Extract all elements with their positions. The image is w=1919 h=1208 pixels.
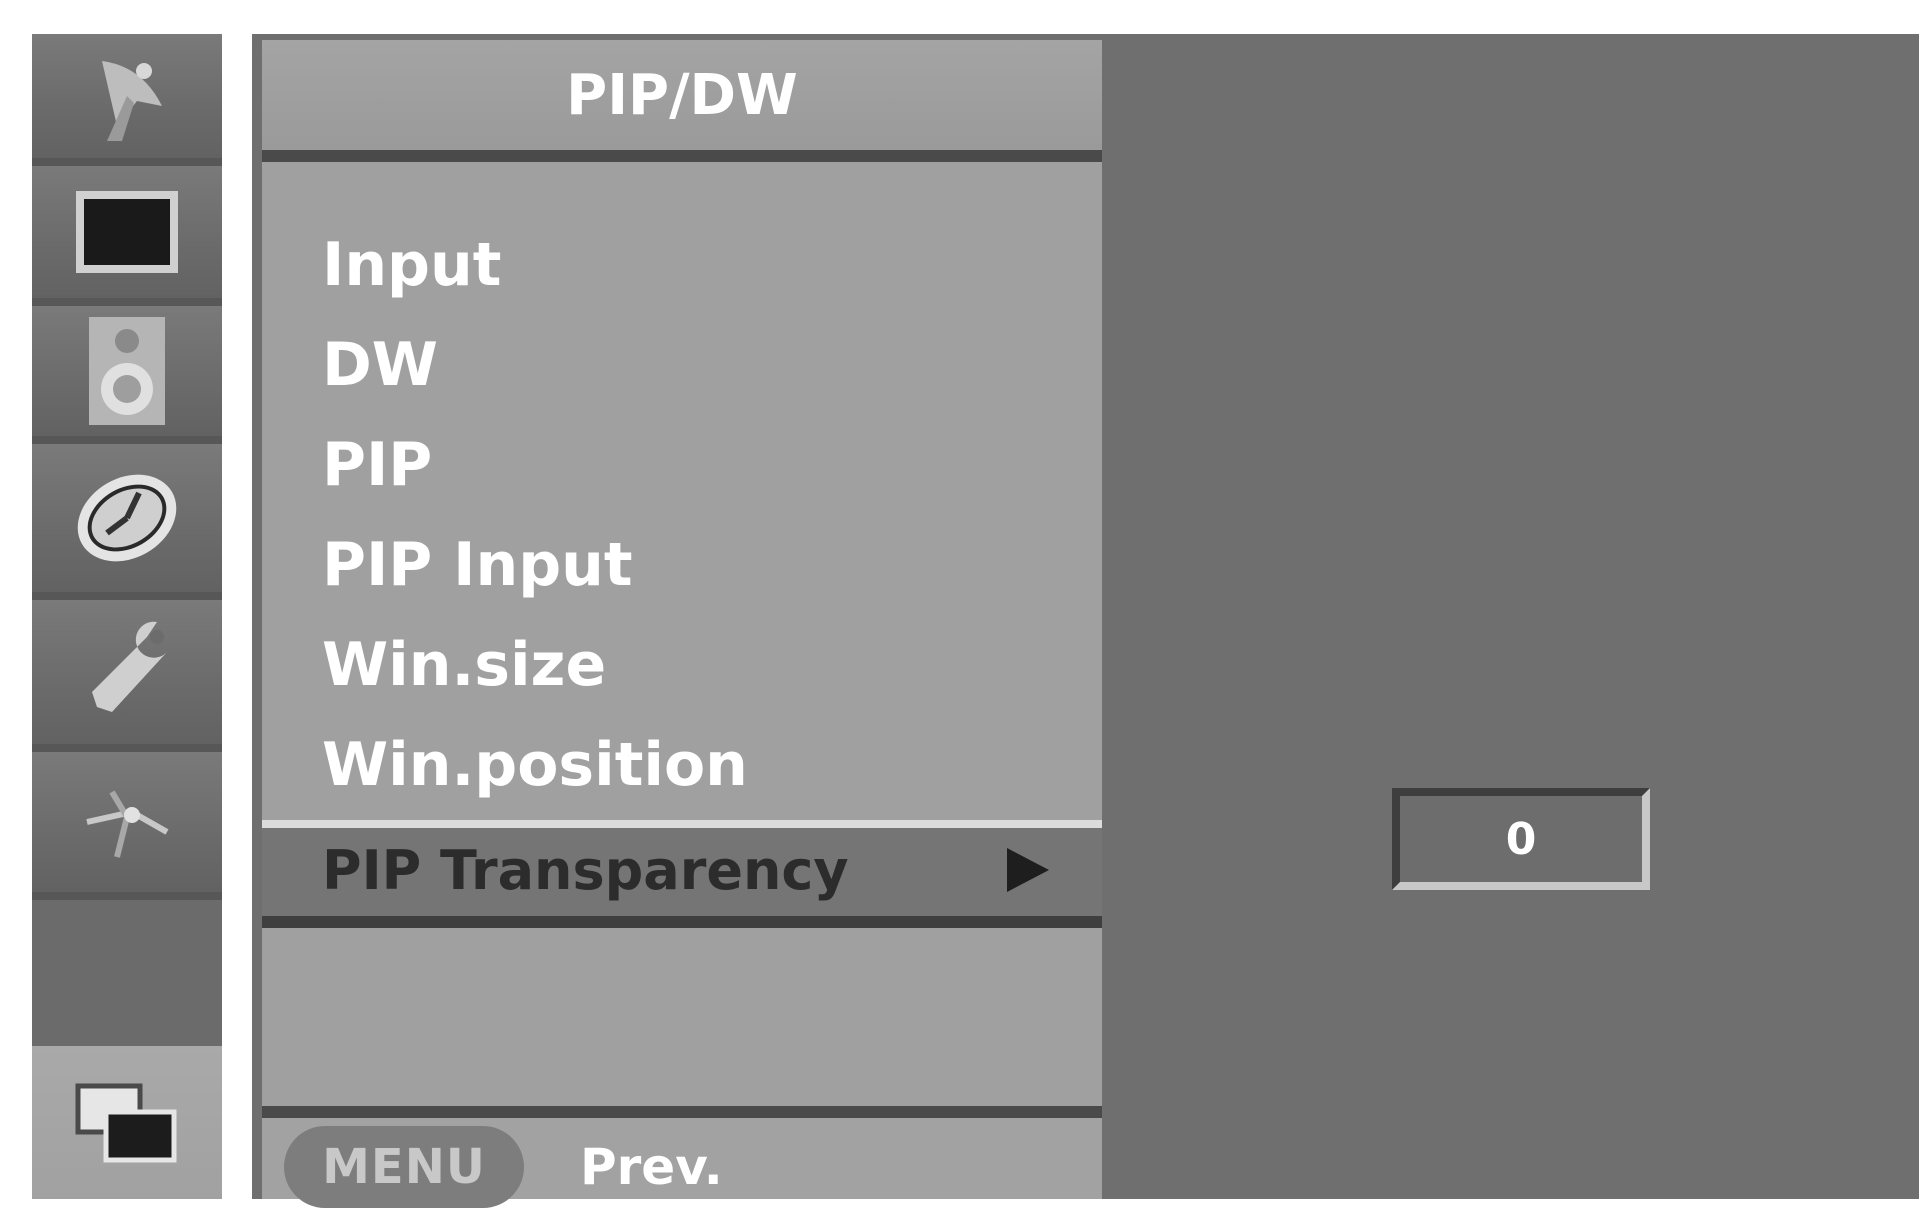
sidebar-item-sound[interactable] xyxy=(32,306,222,444)
speaker-icon xyxy=(89,317,165,425)
picture-screen-icon xyxy=(76,191,178,273)
menu-item-pip-input[interactable]: PIP Input xyxy=(322,535,633,595)
osd-sidebar xyxy=(32,34,222,1199)
right-arrow-icon xyxy=(1007,848,1049,892)
menu-footer: MENU Prev. xyxy=(262,1118,1102,1208)
menu-item-pip[interactable]: PIP xyxy=(322,435,432,495)
menu-item-pip-transparency[interactable]: PIP Transparency xyxy=(262,828,1102,928)
menu-empty-area xyxy=(262,928,1102,1118)
menu-item-dw[interactable]: DW xyxy=(322,335,438,395)
prev-label: Prev. xyxy=(580,1138,723,1196)
selected-item-label: PIP Transparency xyxy=(322,839,849,902)
satellite-dish-icon xyxy=(102,61,162,141)
menu-item-win-position[interactable]: Win.position xyxy=(322,735,748,795)
sidebar-item-picture[interactable] xyxy=(32,166,222,306)
sidebar-item-time[interactable] xyxy=(32,444,222,600)
sidebar-item-pip[interactable] xyxy=(32,1046,222,1199)
sidebar-item-channel[interactable] xyxy=(32,34,222,166)
menu-key-button[interactable]: MENU xyxy=(284,1126,524,1208)
pip-dw-menu: PIP/DW Input DW PIP PIP Input Win.size W… xyxy=(262,40,1102,1208)
sidebar-divider xyxy=(222,34,252,1199)
menu-list: Input DW PIP PIP Input Win.size Win.posi… xyxy=(262,162,1102,828)
menu-title: PIP/DW xyxy=(262,40,1102,162)
menu-item-input[interactable]: Input xyxy=(322,235,501,295)
sidebar-item-setup[interactable] xyxy=(32,752,222,900)
wrench-icon xyxy=(92,621,167,712)
input-source-icon xyxy=(86,790,169,858)
transparency-value-box[interactable]: 0 xyxy=(1392,788,1650,890)
menu-item-win-size[interactable]: Win.size xyxy=(322,635,606,695)
pip-windows-icon xyxy=(75,1083,177,1162)
sidebar-item-option[interactable] xyxy=(32,600,222,752)
clock-icon xyxy=(77,474,177,562)
